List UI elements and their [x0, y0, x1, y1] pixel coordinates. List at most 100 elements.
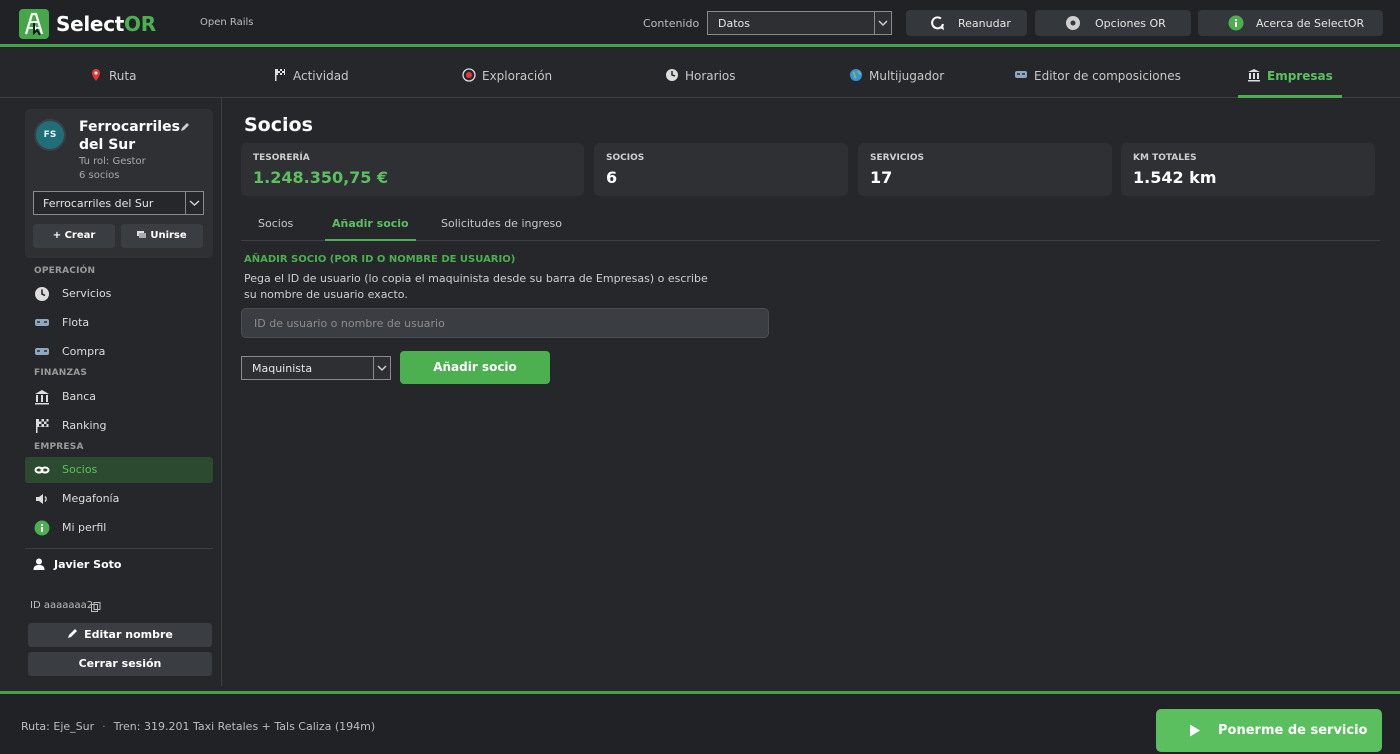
- about-button[interactable]: Acerca de SelectOR: [1198, 10, 1383, 36]
- stat-socios: SOCIOS 6: [594, 143, 848, 196]
- clock-icon: [34, 286, 50, 302]
- user-id: ID aaaaaaa2: [30, 600, 94, 611]
- pencil-icon: [67, 624, 78, 638]
- tab-exploracion[interactable]: Exploración: [462, 68, 552, 98]
- resume-button[interactable]: Reanudar: [906, 10, 1027, 36]
- chevron-down-icon: [185, 192, 203, 214]
- tab-empresas[interactable]: Empresas: [1238, 68, 1342, 98]
- tab-editor-composiciones[interactable]: Editor de composiciones: [1014, 68, 1181, 98]
- subtab-socios[interactable]: Socios: [258, 217, 293, 241]
- sidebar-item-servicios[interactable]: Servicios: [25, 281, 213, 307]
- stat-label: KM TOTALES: [1133, 153, 1197, 163]
- member-role-select[interactable]: Maquinista: [241, 356, 391, 380]
- info-icon: [34, 520, 50, 536]
- map-pin-icon: [89, 68, 103, 82]
- train-icon: [1014, 68, 1028, 82]
- or-options-label: Opciones OR: [1095, 17, 1166, 30]
- tab-ruta-label: Ruta: [109, 69, 137, 83]
- member-role-value: Maquinista: [252, 362, 313, 375]
- company-select[interactable]: Ferrocarriles del Sur: [33, 191, 204, 215]
- sidebar-item-label: Ranking: [62, 419, 107, 432]
- status-line: Ruta: Eje_Sur · Tren: 319.201 Taxi Retales…: [21, 720, 375, 733]
- clock-icon: [665, 68, 679, 82]
- tab-ruta[interactable]: Ruta: [89, 68, 136, 98]
- top-bar: SelectOR Open Rails Contenido Datos Rean…: [0, 0, 1400, 47]
- tab-editor-label: Editor de composiciones: [1034, 69, 1181, 83]
- chevron-down-icon: [373, 357, 390, 379]
- app-title: SelectOR: [56, 12, 156, 36]
- globe-icon: [849, 68, 863, 82]
- tab-multijugador-label: Multijugador: [869, 69, 945, 83]
- flag-icon: [273, 68, 287, 82]
- content-select[interactable]: Datos: [707, 11, 892, 35]
- or-options-button[interactable]: Opciones OR: [1035, 10, 1191, 36]
- sidebar-item-flota[interactable]: Flota: [25, 310, 213, 336]
- gear-icon: [1065, 15, 1081, 31]
- status-train: Tren: 319.201 Taxi Retales + Tals Caliza…: [113, 720, 376, 733]
- user-name: Javier Soto: [54, 558, 122, 571]
- join-company-button[interactable]: Unirse: [121, 224, 203, 248]
- speaker-icon: [34, 491, 50, 507]
- tab-exploracion-label: Exploración: [482, 69, 553, 83]
- user-id-input[interactable]: [241, 308, 769, 338]
- content-label: Contenido: [643, 17, 700, 30]
- sidebar-item-megafonia[interactable]: Megafonía: [25, 486, 213, 512]
- go-on-duty-button[interactable]: Ponerme de servicio: [1156, 709, 1382, 752]
- sidebar-item-compra[interactable]: Compra: [25, 339, 213, 365]
- sidebar-item-label: Mi perfil: [62, 521, 107, 534]
- go-on-duty-label: Ponerme de servicio: [1218, 723, 1368, 738]
- copy-icon[interactable]: [91, 601, 101, 612]
- about-label: Acerca de SelectOR: [1256, 17, 1365, 30]
- user-icon: [33, 558, 45, 570]
- bottom-bar: Ruta: Eje_Sur · Tren: 319.201 Taxi Retales…: [0, 691, 1400, 754]
- sidebar-divider: [25, 548, 213, 549]
- stat-label: SOCIOS: [606, 153, 645, 163]
- section-empresa: EMPRESA: [34, 442, 84, 452]
- company-card: FS Ferrocarriles del Sur Tu rol: Gestor …: [25, 109, 213, 258]
- create-company-button[interactable]: + Crear: [33, 224, 115, 248]
- sidebar-item-socios[interactable]: Socios: [25, 457, 213, 483]
- stat-tesoreria: TESORERÍA 1.248.350,75 €: [241, 143, 584, 196]
- edit-name-label: Editar nombre: [84, 628, 173, 641]
- sidebar-item-mi-perfil[interactable]: Mi perfil: [25, 515, 213, 541]
- form-title: AÑADIR SOCIO (POR ID O NOMBRE DE USUARIO…: [244, 254, 516, 265]
- add-member-button[interactable]: Añadir socio: [400, 351, 550, 384]
- stat-label: TESORERÍA: [253, 153, 310, 163]
- company-name: Ferrocarriles del Sur: [79, 119, 180, 153]
- stat-km-totales: KM TOTALES 1.542 km: [1121, 143, 1375, 196]
- stat-value: 6: [606, 168, 618, 187]
- sidebar-item-label: Flota: [62, 316, 90, 329]
- tab-multijugador[interactable]: Multijugador: [849, 68, 944, 98]
- tab-horarios[interactable]: Horarios: [665, 68, 736, 98]
- section-finanzas: FINANZAS: [34, 368, 88, 378]
- company-select-value: Ferrocarriles del Sur: [43, 197, 154, 210]
- content-select-value: Datos: [718, 17, 750, 30]
- subtab-solicitudes[interactable]: Solicitudes de ingreso: [441, 217, 562, 241]
- refresh-icon: [930, 15, 946, 31]
- subtab-anadir-socio[interactable]: Añadir socio: [325, 217, 416, 241]
- chevron-down-icon: [874, 12, 891, 34]
- info-icon: [1228, 15, 1244, 31]
- stat-label: SERVICIOS: [870, 153, 924, 163]
- tab-actividad[interactable]: Actividad: [273, 68, 349, 98]
- sidebar-item-label: Megafonía: [62, 492, 120, 505]
- sidebar-item-label: Compra: [62, 345, 106, 358]
- sidebar-item-label: Socios: [62, 463, 98, 476]
- tab-actividad-label: Actividad: [293, 69, 349, 83]
- train-icon: [34, 344, 50, 360]
- socios-subtabs: Socios Añadir socio Solicitudes de ingre…: [241, 207, 1380, 241]
- bank-icon: [34, 389, 50, 405]
- section-operacion: OPERACIÓN: [34, 266, 96, 276]
- resume-label: Reanudar: [958, 17, 1011, 30]
- status-separator: ·: [102, 720, 106, 733]
- sidebar-item-ranking[interactable]: Ranking: [25, 413, 213, 439]
- edit-name-button[interactable]: Editar nombre: [28, 623, 212, 647]
- sidebar-item-banca[interactable]: Banca: [25, 384, 213, 410]
- pencil-icon[interactable]: [179, 121, 191, 133]
- page-title: Socios: [244, 114, 313, 136]
- form-description: Pega el ID de usuario (lo copia el maqui…: [244, 272, 708, 301]
- join-label: Unirse: [150, 230, 187, 241]
- logout-button[interactable]: Cerrar sesión: [28, 652, 212, 676]
- main-tabs: Ruta Actividad Exploración Horarios Mult…: [0, 50, 1400, 98]
- stat-servicios: SERVICIOS 17: [858, 143, 1112, 196]
